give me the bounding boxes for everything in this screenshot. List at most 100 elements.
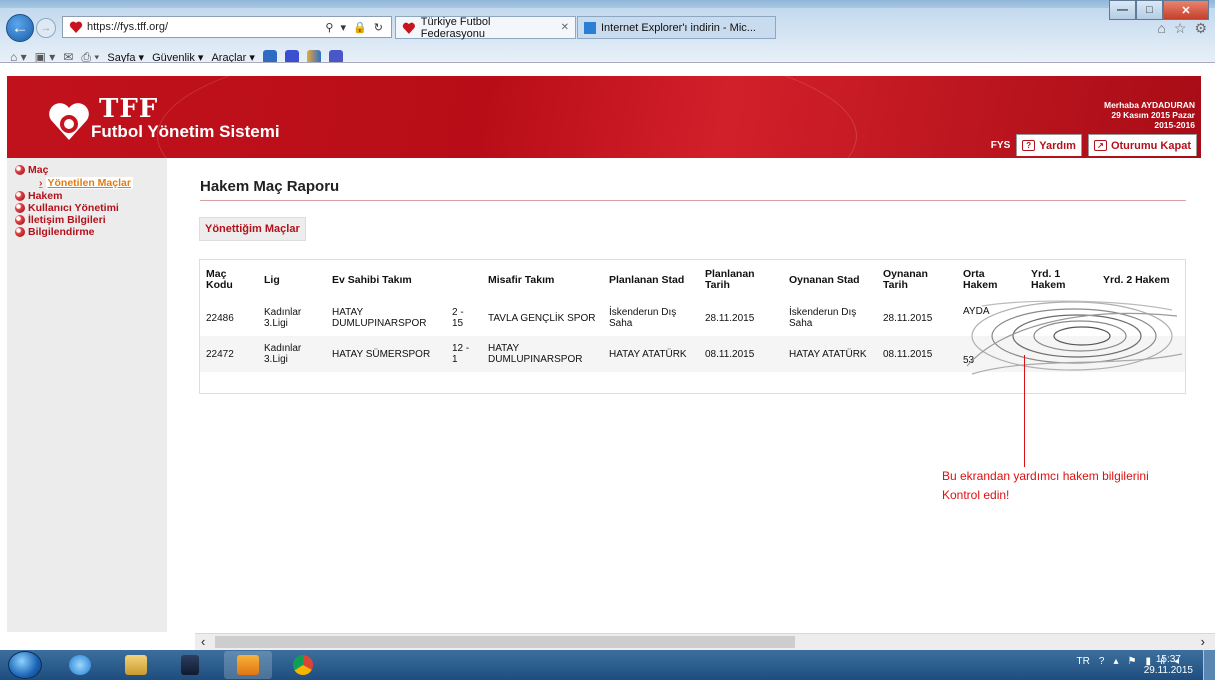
cell-league: Kadınlar 3.Ligi [258,336,326,372]
minimize-button[interactable]: — [1109,0,1136,20]
flag-icon[interactable]: ⚑ [1127,656,1136,667]
sidebar-item-hakem[interactable]: Hakem [15,190,167,202]
tab-label: Türkiye Futbol Federasyonu [420,15,491,40]
col-header[interactable]: Planlanan Stad [603,260,699,300]
file-explorer-icon [125,655,147,675]
tff-favicon-icon [69,21,83,33]
address-url[interactable]: https://fys.tff.org/ [87,21,325,33]
forward-button[interactable]: → [36,18,56,38]
tab-label: Internet Explorer'ı indirin - Mic... [601,21,756,34]
help-tray-icon[interactable]: ? [1099,656,1105,667]
back-button[interactable]: ← [6,14,34,42]
table-row[interactable]: 22472 Kadınlar 3.Ligi HATAY SÜMERSPOR 12… [200,336,1185,372]
help-button[interactable]: ? Yardım [1016,134,1082,156]
cell-played-stadium: İskenderun Dış Saha [783,300,877,336]
col-header[interactable]: Yrd. 2 Hakem [1097,260,1185,300]
show-hidden-icon[interactable]: ▴ [1113,656,1118,667]
chrome-icon [293,655,313,675]
windows-taskbar: TR ? ▴ ⚑ ▮ ıl ◂ 15:37 29.11.2015 [0,650,1215,680]
maximize-button[interactable]: □ [1136,0,1163,20]
col-header[interactable]: Ev Sahibi Takım [326,260,446,300]
sidebar-item-label: Maç [28,164,49,176]
scroll-left-icon[interactable]: ‹ [201,634,205,649]
cell-match-code: 22472 [200,336,258,372]
browser-right-icons: ⌂ ☆ ⚙ [1157,20,1207,37]
sidebar-item-mac[interactable]: Maç [15,164,167,176]
scrollbar-thumb[interactable] [215,636,795,648]
start-button[interactable] [8,651,42,679]
user-greeting: Merhaba AYDADURAN [1104,100,1195,110]
taskbar-clock[interactable]: 15:37 29.11.2015 [1144,654,1193,676]
cell-away-team: HATAY DUMLUPINARSPOR [482,336,603,372]
clock-time: 15:37 [1155,654,1181,665]
cell-home-team: HATAY SÜMERSPOR [326,336,446,372]
clock-date: 29.11.2015 [1143,665,1193,676]
site-header: TFF Futbol Yönetim Sistemi Merhaba AYDAD… [7,76,1201,158]
cell-assistant-1 [1025,300,1097,336]
table-row[interactable]: 22486 Kadınlar 3.Ligi HATAY DUMLUPINARSP… [200,300,1185,336]
cell-planned-stadium: İskenderun Dış Saha [603,300,699,336]
cell-away-team: TAVLA GENÇLİK SPOR [482,300,603,336]
matches-table: Maç Kodu Lig Ev Sahibi Takım Misafir Tak… [200,260,1185,388]
cell-planned-date: 28.11.2015 [699,300,783,336]
address-bar[interactable]: https://fys.tff.org/ ⚲ ▾ 🔒 ↻ [62,16,392,38]
nav-fys[interactable]: FYS [991,140,1010,151]
col-header[interactable]: Oynanan Stad [783,260,877,300]
football-icon [15,227,25,237]
browser-toolbar: — □ ✕ ← → https://fys.tff.org/ ⚲ ▾ 🔒 ↻ T… [0,0,1215,64]
language-indicator[interactable]: TR [1077,656,1090,667]
close-tab-icon[interactable]: ✕ [561,22,569,33]
window-titlebar [0,0,1215,8]
cell-center-referee: AYDA [957,300,1025,336]
football-icon [15,215,25,225]
sidebar-item-label: Kullanıcı Yönetimi [28,202,119,214]
logout-button[interactable]: ↗ Oturumu Kapat [1087,134,1197,156]
taskbar-file-explorer[interactable] [112,651,160,679]
sidebar: Maç › Yönetilen Maçlar Hakem Kullanıcı Y… [7,158,167,632]
home-icon[interactable]: ⌂ [1157,20,1165,37]
sidebar-subitem-yonetilen-maclar[interactable]: › Yönetilen Maçlar [39,176,167,190]
col-header[interactable]: Maç Kodu [200,260,258,300]
sidebar-item-kullanici-yonetimi[interactable]: Kullanıcı Yönetimi [15,202,167,214]
col-header [446,260,482,300]
taskbar-chrome[interactable] [280,651,328,679]
football-icon [15,203,25,213]
col-header[interactable]: Orta Hakem [957,260,1025,300]
page-top-gap [0,62,1215,76]
tab-tff[interactable]: Türkiye Futbol Federasyonu ✕ [395,15,576,40]
taskbar-media-player[interactable] [168,651,216,679]
close-window-button[interactable]: ✕ [1163,0,1209,20]
help-icon: ? [1022,140,1036,151]
col-header[interactable]: Misafir Takım [482,260,603,300]
tab-ie-download[interactable]: Internet Explorer'ı indirin - Mic... [577,16,776,39]
page-title: Hakem Maç Raporu [200,178,340,195]
taskbar-internet-explorer[interactable] [56,651,104,679]
table-spacer-row [200,372,1185,388]
cell-score: 12 - 1 [446,336,482,372]
top-nav: FYS ? Yardım ↗ Oturumu Kapat [991,134,1197,156]
horizontal-scrollbar[interactable]: ‹ › [195,633,1215,650]
season: 2015-2016 [1154,120,1195,130]
gear-icon[interactable]: ⚙ [1194,20,1207,37]
tab-yonettigim-maclar[interactable]: Yönettiğim Maçlar [199,217,306,241]
sidebar-item-iletisim-bilgileri[interactable]: İletişim Bilgileri [15,214,167,226]
cell-planned-date: 08.11.2015 [699,336,783,372]
outlook-icon [237,655,259,675]
header-decoration [157,76,857,158]
col-header[interactable]: Oynanan Tarih [877,260,957,300]
show-desktop-button[interactable] [1203,650,1215,680]
windows-favicon-icon [584,21,596,34]
taskbar-outlook[interactable] [224,651,272,679]
col-header[interactable]: Yrd. 1 Hakem [1025,260,1097,300]
cell-played-date: 08.11.2015 [877,336,957,372]
cell-home-team: HATAY DUMLUPINARSPOR [326,300,446,336]
sidebar-item-bilgilendirme[interactable]: Bilgilendirme [15,226,167,238]
sidebar-item-label: Bilgilendirme [28,226,95,238]
address-tools-icon[interactable]: ⚲ ▾ 🔒 ↻ [325,21,391,34]
back-arrow-icon: ← [11,18,29,37]
col-header[interactable]: Lig [258,260,326,300]
forward-arrow-icon: → [40,22,52,34]
scroll-right-icon[interactable]: › [1201,634,1205,649]
star-icon[interactable]: ☆ [1174,20,1187,37]
col-header[interactable]: Planlanan Tarih [699,260,783,300]
